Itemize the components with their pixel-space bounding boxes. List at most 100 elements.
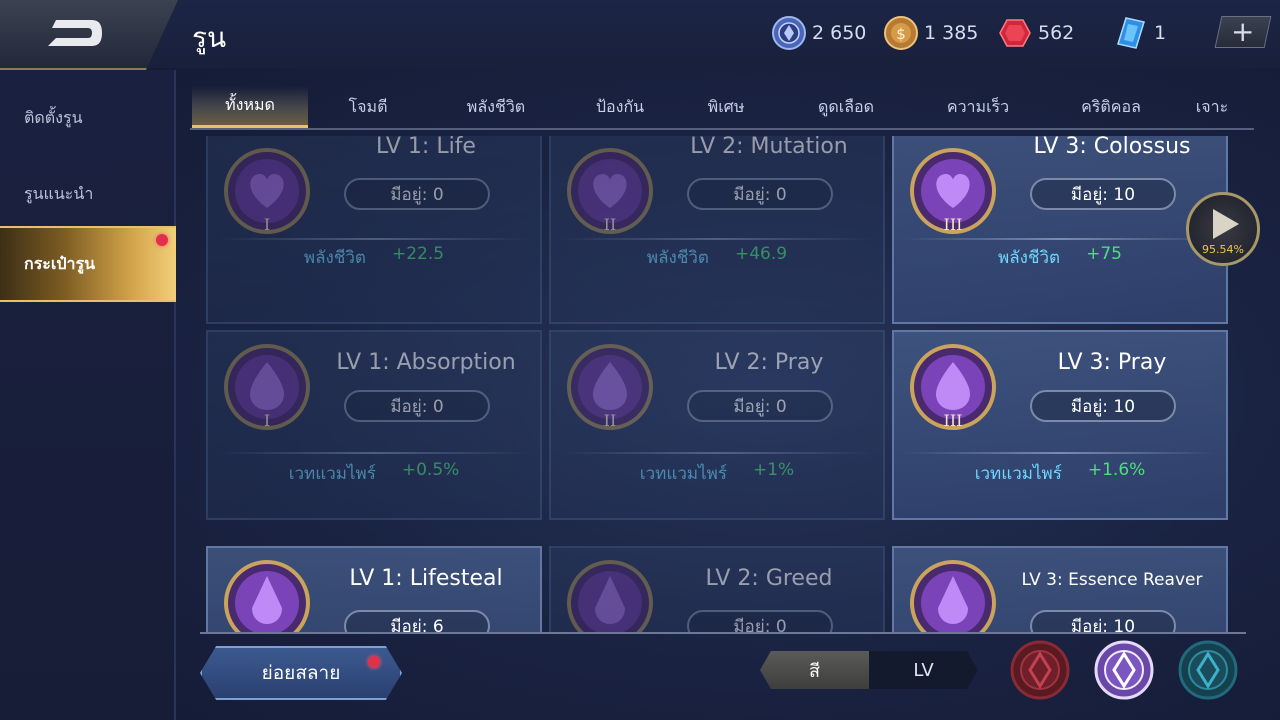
- owned-count: มีอยู่: 0: [344, 390, 490, 422]
- rune-stat: พลังชีวิต +22.5: [208, 244, 540, 271]
- drop-rune-icon: III: [910, 344, 996, 430]
- play-icon: [1213, 209, 1239, 239]
- owned-count: มีอยู่: 10: [1030, 390, 1176, 422]
- rune-title: LV 1: Lifesteal: [349, 566, 503, 591]
- card-divider: [561, 238, 873, 240]
- rune-title: LV 2: Greed: [705, 566, 833, 591]
- svg-text:I: I: [264, 215, 270, 234]
- rune-card[interactable]: II LV 2: Pray มีอยู่: 0 เวทแวมไพร์ +1%: [549, 330, 885, 520]
- tab-critical[interactable]: คริติคอล: [1046, 86, 1176, 128]
- rune-title: LV 3: Colossus: [1033, 136, 1191, 159]
- sidebar-item-recommended-rune[interactable]: รูนแนะนำ: [0, 156, 176, 232]
- sort-by-color-button[interactable]: สี: [760, 651, 869, 689]
- stat-name: พลังชีวิต: [303, 248, 366, 268]
- card-divider: [904, 452, 1216, 454]
- tab-lifesteal[interactable]: ดูดเลือด: [790, 86, 902, 128]
- stat-value: +1.6%: [1087, 460, 1146, 480]
- page-title: รูน: [192, 21, 227, 54]
- owned-count: มีอยู่: 0: [687, 610, 833, 632]
- notification-dot: [368, 656, 380, 668]
- rune-stat: เวทแวมไพร์ +1%: [551, 460, 883, 487]
- add-currency-button[interactable]: +: [1214, 15, 1272, 48]
- play-button[interactable]: 95.54%: [1186, 192, 1260, 266]
- card-divider: [218, 238, 530, 240]
- owned-count: มีอยู่: 6: [344, 610, 490, 632]
- tab-all[interactable]: ทั้งหมด: [192, 86, 308, 128]
- stat-value: +22.5: [391, 244, 445, 264]
- svg-text:II: II: [604, 411, 617, 430]
- rune-stat: เวทแวมไพร์ +1.6%: [894, 460, 1226, 487]
- blue-crystal-icon: [1117, 17, 1145, 49]
- rune-card[interactable]: II LV 2: Mutation มีอยู่: 0 พลังชีวิต +4…: [549, 136, 885, 324]
- ruby-gem-amount: 562: [1038, 22, 1075, 44]
- card-divider: [904, 238, 1216, 240]
- back-button[interactable]: [0, 0, 178, 70]
- purple-rune-filter-icon[interactable]: [1094, 640, 1154, 700]
- rune-coin-amount: 2 650: [812, 22, 867, 44]
- decompose-button[interactable]: ย่อยสลาย: [200, 646, 402, 700]
- sort-toggle: สี LV: [760, 651, 978, 689]
- decompose-label: ย่อยสลาย: [261, 662, 341, 684]
- rune-stat: เวทแวมไพร์ +0.5%: [208, 460, 540, 487]
- rune-card[interactable]: I LV 1: Absorption มีอยู่: 0 เวทแวมไพร์ …: [206, 330, 542, 520]
- flame-rune-icon: [910, 560, 996, 632]
- rune-stat: พลังชีวิต +75: [894, 244, 1226, 271]
- rune-title: LV 3: Essence Reaver: [1021, 570, 1203, 590]
- tab-speed[interactable]: ความเร็ว: [920, 86, 1036, 128]
- rune-card[interactable]: III LV 3: Colossus มีอยู่: 10 พลังชีวิต …: [892, 136, 1228, 324]
- red-rune-filter-icon[interactable]: [1010, 640, 1070, 700]
- tab-hp[interactable]: พลังชีวิต: [438, 86, 554, 128]
- rune-card[interactable]: I LV 1: Life มีอยู่: 0 พลังชีวิต +22.5: [206, 136, 542, 324]
- rune-card[interactable]: III LV 3: Pray มีอยู่: 10 เวทแวมไพร์ +1.…: [892, 330, 1228, 520]
- drop-rune-icon: I: [224, 344, 310, 430]
- tab-defense[interactable]: ป้องกัน: [570, 86, 670, 128]
- progress-percent: 95.54%: [1202, 243, 1244, 256]
- owned-count: มีอยู่: 0: [344, 178, 490, 210]
- card-divider: [218, 452, 530, 454]
- rune-stat: พลังชีวิต +46.9: [551, 244, 883, 271]
- svg-text:$: $: [896, 25, 906, 43]
- owned-count: มีอยู่: 10: [1030, 610, 1176, 632]
- rune-card[interactable]: LV 1: Lifesteal มีอยู่: 6: [206, 546, 542, 632]
- stat-name: เวทแวมไพร์: [288, 464, 376, 484]
- sidebar-item-label: กระเป๋ารูน: [24, 253, 96, 273]
- back-arrow-icon: [48, 20, 102, 46]
- heart-rune-icon: I: [224, 148, 310, 234]
- sidebar-item-rune-bag[interactable]: กระเป๋ารูน: [0, 226, 176, 302]
- rune-grid: I LV 1: Life มีอยู่: 0 พลังชีวิต +22.5 I…: [200, 136, 1246, 632]
- heart-rune-icon: II: [567, 148, 653, 234]
- ruby-gem-icon: [999, 19, 1031, 47]
- card-divider: [561, 452, 873, 454]
- svg-text:III: III: [944, 411, 963, 430]
- rune-coin-icon: [772, 16, 806, 50]
- plus-icon: +: [1231, 15, 1255, 48]
- tab-special[interactable]: พิเศษ: [680, 86, 772, 128]
- gold-coin-amount: 1 385: [924, 22, 979, 44]
- owned-count: มีอยู่: 0: [687, 178, 833, 210]
- sidebar: ติดตั้งรูน รูนแนะนำ กระเป๋ารูน: [0, 70, 176, 720]
- drop-rune-icon: II: [567, 344, 653, 430]
- stat-name: พลังชีวิต: [998, 248, 1061, 268]
- currency-rune: 2 650: [772, 14, 866, 52]
- rune-title: LV 2: Pray: [714, 350, 824, 375]
- cyan-rune-filter-icon[interactable]: [1178, 640, 1238, 700]
- rune-title: LV 2: Mutation: [690, 136, 848, 159]
- heart-rune-icon: III: [910, 148, 996, 234]
- tab-attack[interactable]: โจมตี: [320, 86, 416, 128]
- top-bar: รูน 2 650 $ 1 385 562 1 +: [0, 0, 1280, 70]
- currency-ruby: 562: [998, 14, 1074, 52]
- stat-name: พลังชีวิต: [646, 248, 709, 268]
- stat-value: +1%: [752, 460, 795, 480]
- rune-title: LV 3: Pray: [1057, 350, 1167, 375]
- gold-coin-icon: $: [884, 16, 918, 50]
- rune-card[interactable]: LV 3: Essence Reaver มีอยู่: 10: [892, 546, 1228, 632]
- sidebar-item-install-rune[interactable]: ติดตั้งรูน: [0, 80, 176, 156]
- tab-penetration[interactable]: เจาะ: [1176, 86, 1248, 128]
- sidebar-item-label: รูนแนะนำ: [24, 183, 94, 203]
- category-tabs: ทั้งหมด โจมตี พลังชีวิต ป้องกัน พิเศษ ดู…: [190, 86, 1254, 130]
- sort-by-level-button[interactable]: LV: [869, 651, 978, 689]
- rune-title: LV 1: Life: [376, 136, 476, 159]
- svg-text:III: III: [944, 215, 963, 234]
- owned-count: มีอยู่: 0: [687, 390, 833, 422]
- rune-card[interactable]: LV 2: Greed มีอยู่: 0: [549, 546, 885, 632]
